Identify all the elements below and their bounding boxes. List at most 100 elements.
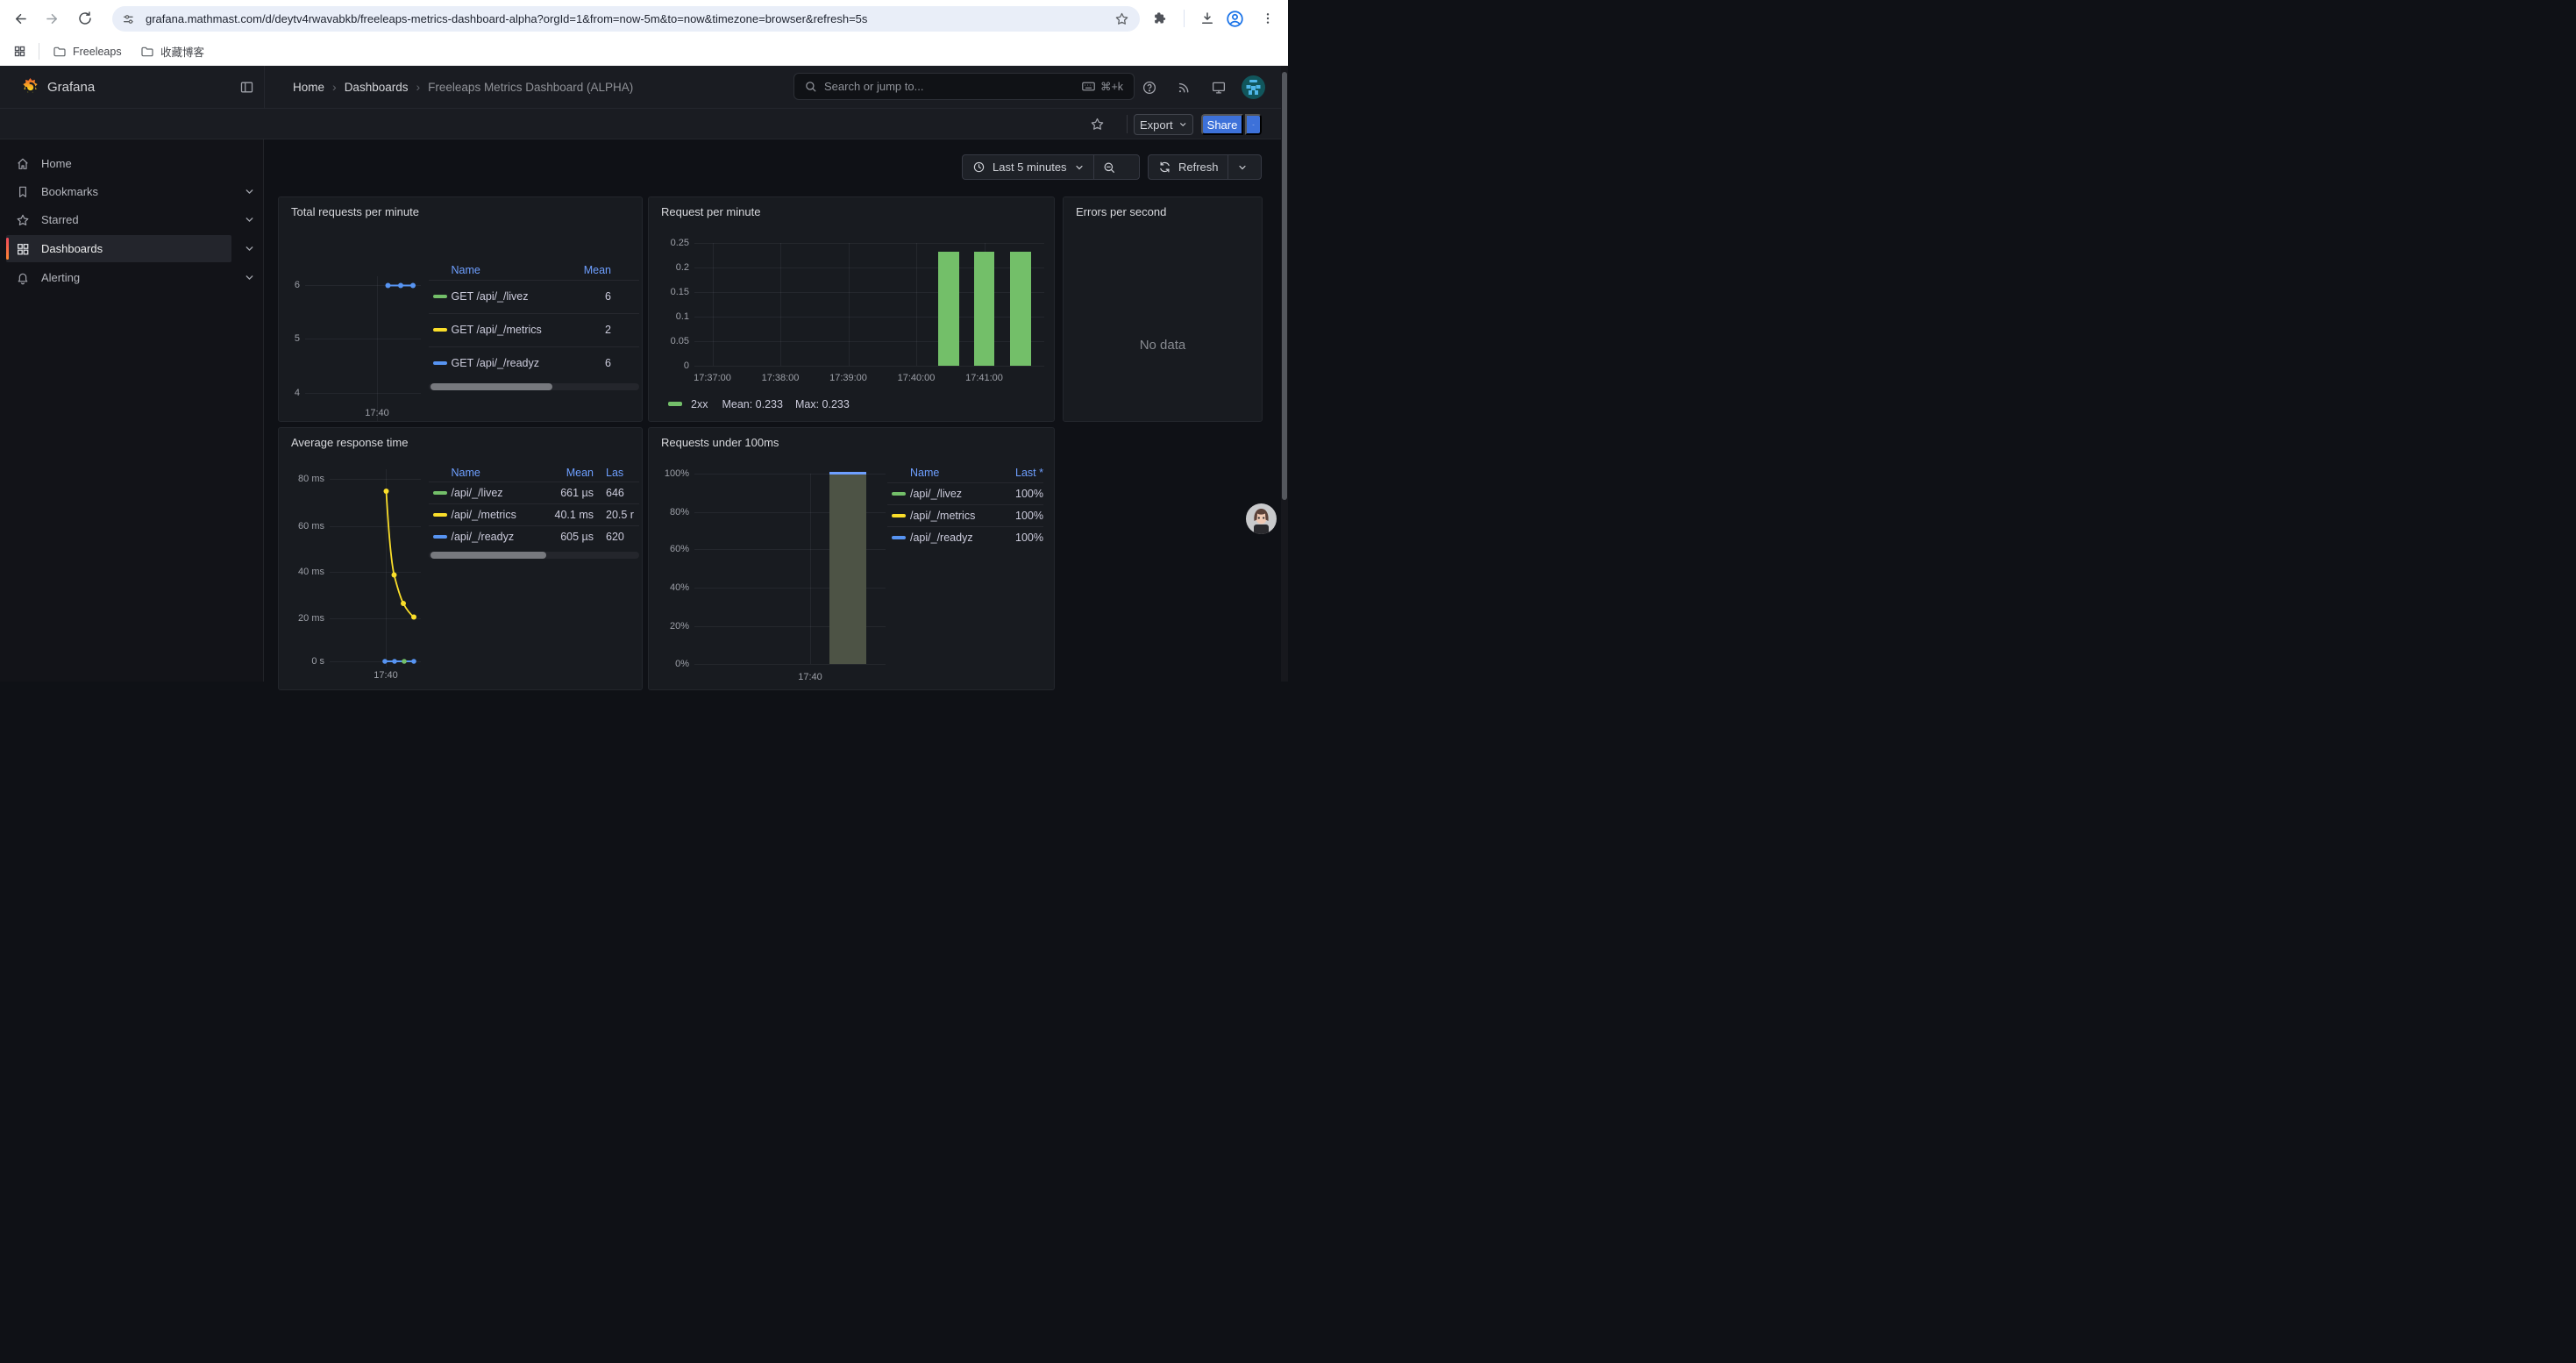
browser-menu-icon[interactable] bbox=[1255, 0, 1281, 37]
series-name[interactable]: GET /api/_/readyz bbox=[452, 357, 563, 369]
breadcrumb-current: Freeleaps Metrics Dashboard (ALPHA) bbox=[428, 66, 633, 109]
series-name[interactable]: /api/_/metrics bbox=[452, 509, 533, 521]
breadcrumb: Home › Dashboards › Freeleaps Metrics Da… bbox=[293, 66, 633, 109]
profile-icon[interactable] bbox=[1221, 0, 1248, 37]
bookmark-label: Freeleaps bbox=[73, 46, 122, 58]
header-divider bbox=[264, 66, 265, 109]
floating-avatar[interactable] bbox=[1246, 503, 1277, 534]
series-name[interactable]: /api/_/readyz bbox=[910, 532, 998, 544]
extensions-icon[interactable] bbox=[1147, 0, 1173, 37]
panel-requests-under-100ms[interactable]: Requests under 100ms 100% 80% 60% 40% 20… bbox=[648, 427, 1055, 690]
legend-row[interactable]: GET /api/_/metrics 2 bbox=[429, 313, 640, 346]
export-button[interactable]: Export bbox=[1134, 114, 1193, 135]
series-name[interactable]: GET /api/_/metrics bbox=[452, 324, 563, 336]
bookmark-label: 收藏博客 bbox=[160, 43, 204, 60]
bar-2xx[interactable] bbox=[974, 252, 995, 366]
legend-header-mean[interactable]: Mean bbox=[562, 264, 611, 276]
refresh-interval-dropdown[interactable] bbox=[1228, 155, 1256, 179]
breadcrumb-home[interactable]: Home bbox=[293, 66, 324, 109]
sidebar-expand-bookmarks[interactable] bbox=[241, 178, 257, 205]
panel-errors-per-second[interactable]: Errors per second No data bbox=[1063, 196, 1263, 422]
share-button[interactable]: Share bbox=[1201, 114, 1243, 135]
series-name[interactable]: /api/_/metrics bbox=[910, 510, 998, 522]
x-tick: 17:40 bbox=[363, 670, 409, 681]
chevron-down-icon bbox=[244, 214, 255, 225]
panel-avg-response-time[interactable]: Average response time 80 ms 60 ms 40 ms … bbox=[278, 427, 643, 690]
legend-header-last[interactable]: Las bbox=[606, 467, 639, 479]
bookmark-folder-freeleaps[interactable]: Freeleaps bbox=[53, 37, 122, 66]
legend-scrollbar-thumb[interactable] bbox=[431, 383, 552, 390]
share-dropdown-button[interactable] bbox=[1245, 114, 1262, 135]
area-fill-100pct[interactable] bbox=[829, 474, 867, 665]
sidebar-item-label: Starred bbox=[41, 213, 79, 226]
page-scrollbar-thumb[interactable] bbox=[1282, 72, 1287, 500]
bar-2xx[interactable] bbox=[1010, 252, 1031, 366]
series-name[interactable]: GET /api/_/livez bbox=[452, 290, 563, 303]
reload-icon[interactable] bbox=[72, 0, 98, 37]
sidebar-toggle-icon[interactable] bbox=[232, 66, 260, 109]
sidebar-expand-starred[interactable] bbox=[241, 206, 257, 233]
sidebar-item-starred[interactable]: Starred bbox=[6, 206, 231, 233]
series-name[interactable]: /api/_/livez bbox=[910, 488, 998, 500]
sidebar-item-dashboards[interactable]: Dashboards bbox=[6, 235, 231, 262]
search-input[interactable]: Search or jump to... ⌘+k bbox=[793, 73, 1135, 100]
sidebar-item-bookmarks[interactable]: Bookmarks bbox=[6, 178, 231, 205]
sidebar-expand-alerting[interactable] bbox=[241, 264, 257, 291]
apps-grid-icon[interactable] bbox=[6, 37, 32, 66]
bookmark-folder-blogs[interactable]: 收藏博客 bbox=[140, 37, 204, 66]
legend-row[interactable]: /api/_/readyz 605 µs 620 bbox=[429, 525, 640, 547]
time-range-group: Last 5 minutes bbox=[962, 154, 1140, 180]
legend-header-name[interactable]: Name bbox=[910, 467, 998, 479]
dashboard-toolbar: Export Share bbox=[0, 109, 1288, 139]
panel-title: Request per minute bbox=[661, 205, 760, 218]
downloads-icon[interactable] bbox=[1194, 0, 1220, 37]
legend-row[interactable]: GET /api/_/livez 6 bbox=[429, 280, 640, 313]
sidebar-item-home[interactable]: Home bbox=[6, 150, 231, 177]
refresh-button[interactable]: Refresh bbox=[1149, 155, 1228, 179]
legend-header-last[interactable]: Last * bbox=[998, 467, 1043, 479]
legend-header-name[interactable]: Name bbox=[452, 467, 533, 479]
gridline bbox=[713, 243, 714, 366]
sidebar-item-label: Alerting bbox=[41, 271, 80, 284]
help-icon[interactable] bbox=[1135, 66, 1163, 109]
time-range-picker[interactable]: Last 5 minutes bbox=[963, 155, 1093, 179]
legend-header-mean[interactable]: Mean bbox=[532, 467, 594, 479]
dashboards-grid-icon bbox=[16, 242, 30, 256]
panel-request-per-minute[interactable]: Request per minute 0.25 0.2 0.15 0.1 0.0… bbox=[648, 196, 1055, 422]
back-icon[interactable] bbox=[7, 0, 33, 37]
legend-scrollbar[interactable] bbox=[429, 383, 640, 390]
legend-row[interactable]: GET /api/_/readyz 6 bbox=[429, 346, 640, 380]
series-name[interactable]: 2xx bbox=[691, 398, 708, 410]
legend-row[interactable]: /api/_/metrics 40.1 ms 20.5 r bbox=[429, 503, 640, 525]
chevron-down-icon bbox=[1237, 162, 1248, 173]
forward-icon[interactable] bbox=[39, 0, 65, 37]
legend-row[interactable]: /api/_/readyz 100% bbox=[887, 526, 1043, 548]
legend-header-name[interactable]: Name bbox=[452, 264, 563, 276]
gridline bbox=[694, 664, 886, 665]
y-tick: 0.15 bbox=[649, 287, 689, 297]
zoom-out-button[interactable] bbox=[1094, 155, 1125, 179]
bookmark-star-icon[interactable] bbox=[1108, 6, 1135, 32]
bar-2xx[interactable] bbox=[938, 252, 959, 366]
series-mean: 605 µs bbox=[532, 531, 594, 543]
breadcrumb-dashboards[interactable]: Dashboards bbox=[345, 66, 409, 109]
legend-scrollbar[interactable] bbox=[429, 552, 640, 559]
legend-scrollbar-thumb[interactable] bbox=[431, 552, 546, 559]
monitor-kiosk-icon[interactable] bbox=[1205, 66, 1233, 109]
url-text[interactable]: grafana.mathmast.com/d/deytv4rwavabkb/fr… bbox=[146, 6, 867, 32]
legend-row[interactable]: /api/_/metrics 100% bbox=[887, 504, 1043, 526]
user-avatar[interactable] bbox=[1242, 75, 1265, 99]
grafana-logo[interactable] bbox=[20, 77, 40, 97]
legend-row[interactable]: /api/_/livez 661 µs 646 bbox=[429, 482, 640, 503]
site-settings-icon[interactable] bbox=[116, 6, 142, 32]
news-rss-icon[interactable] bbox=[1170, 66, 1198, 109]
series-name[interactable]: /api/_/readyz bbox=[452, 531, 533, 543]
sidebar-item-alerting[interactable]: Alerting bbox=[6, 264, 231, 291]
sidebar-expand-dashboards[interactable] bbox=[241, 235, 257, 262]
panel-total-requests[interactable]: Total requests per minute 6 5 4 3 2 17:4… bbox=[278, 196, 643, 422]
favorite-star-icon[interactable] bbox=[1083, 109, 1111, 139]
series-name[interactable]: /api/_/livez bbox=[452, 487, 533, 499]
address-bar[interactable]: grafana.mathmast.com/d/deytv4rwavabkb/fr… bbox=[112, 6, 1140, 32]
y-tick: 100% bbox=[649, 468, 689, 479]
legend-row[interactable]: /api/_/livez 100% bbox=[887, 482, 1043, 504]
